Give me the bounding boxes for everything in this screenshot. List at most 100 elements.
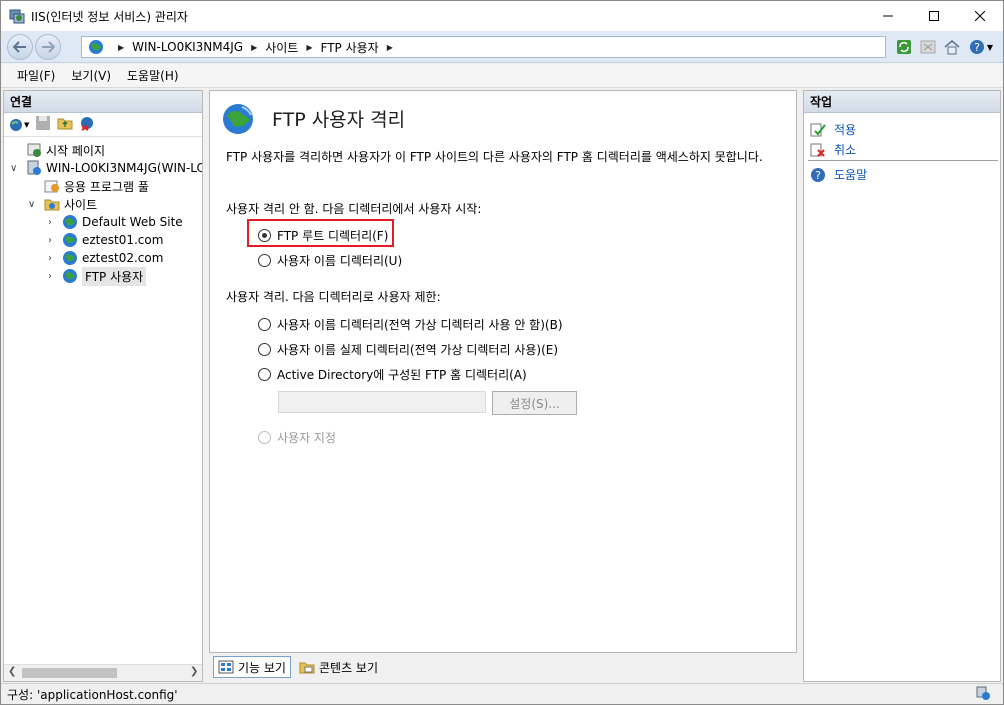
folder-up-icon [57, 118, 73, 130]
save-button[interactable] [35, 115, 51, 134]
scroll-left-icon[interactable]: ❮ [8, 666, 16, 677]
tree-item-sites[interactable]: 사이트 [44, 195, 97, 213]
chevron-down-icon: ▼ [986, 42, 994, 52]
breadcrumb-separator-icon: ▶ [306, 42, 313, 52]
actions-divider [808, 160, 998, 161]
tree-expander-sites[interactable]: ∨ [28, 200, 38, 210]
radio-ftp-root[interactable]: FTP 루트 디렉터리(F) [258, 227, 388, 244]
radio-button[interactable] [258, 343, 271, 356]
menu-file[interactable]: 파일(F) [9, 67, 63, 84]
back-button[interactable] [7, 34, 33, 60]
navigation-bar: ▶ WIN-LO0KI3NM4JG ▶ 사이트 ▶ FTP 사용자 ▶ ? ▼ [1, 31, 1003, 63]
isolation-label: 사용자 격리. 다음 디렉터리로 사용자 제한: [226, 290, 441, 304]
home-button[interactable] [942, 37, 962, 57]
globe-icon [88, 39, 104, 55]
connect-button[interactable]: ▼ [8, 117, 29, 133]
tree-item-ftp-users[interactable]: FTP 사용자 [62, 266, 147, 286]
breadcrumb-ftp-users[interactable]: FTP 사용자 [321, 39, 379, 56]
svg-text:?: ? [974, 41, 980, 54]
radio-button [258, 431, 271, 444]
title-bar: IIS(인터넷 정보 서비스) 관리자 [1, 1, 1003, 31]
connections-pane: 연결 ▼ 시작 페이지 ∨ WIN-LO0KI3NM4JG(WIN-LO 응용 … [3, 90, 203, 682]
disconnect-button[interactable] [79, 115, 95, 134]
radio-user-physical-dir[interactable]: 사용자 이름 실제 디렉터리(전역 가상 디렉터리 사용)(E) [258, 341, 558, 358]
tree-item-app-pools[interactable]: 응용 프로그램 풀 [44, 177, 149, 195]
address-tools: ? ▼ [894, 37, 996, 57]
connections-header: 연결 [4, 91, 202, 113]
cancel-icon [810, 142, 826, 158]
tree-item-start-page[interactable]: 시작 페이지 [26, 141, 105, 159]
tree-expander-site2[interactable]: › [48, 236, 58, 246]
tree-item-default-web-site[interactable]: Default Web Site [62, 213, 183, 231]
tree-expander-site4[interactable]: › [48, 272, 58, 282]
forward-button[interactable] [35, 34, 61, 60]
refresh-icon [897, 40, 911, 54]
stop-button[interactable] [918, 37, 938, 57]
tab-content-view[interactable]: 콘텐츠 보기 [295, 656, 382, 678]
help-icon: ? [810, 167, 826, 183]
status-text: 구성: 'applicationHost.config' [7, 687, 178, 702]
content-view-icon [299, 659, 315, 675]
globe-icon [62, 232, 78, 248]
apply-action[interactable]: 적용 [810, 121, 856, 138]
sites-folder-icon [44, 196, 60, 212]
tree-expander-site3[interactable]: › [48, 254, 58, 264]
iis-app-icon [9, 8, 25, 24]
iis-manager-window: IIS(인터넷 정보 서비스) 관리자 ▶ WIN-LO0KI3NM4JG ▶ … [0, 0, 1004, 705]
minimize-button[interactable] [865, 1, 911, 31]
radio-button[interactable] [258, 318, 271, 331]
home-icon [944, 40, 960, 55]
actions-pane: 작업 적용 취소 ? 도움말 [803, 90, 1001, 682]
scroll-right-icon[interactable]: ❯ [190, 666, 198, 677]
menu-help[interactable]: 도움말(H) [119, 67, 187, 84]
radio-button[interactable] [258, 229, 271, 242]
tree-expander-site1[interactable]: › [48, 218, 58, 228]
help-menu-button[interactable]: ? ▼ [966, 37, 996, 57]
address-bar[interactable]: ▶ WIN-LO0KI3NM4JG ▶ 사이트 ▶ FTP 사용자 ▶ [81, 36, 886, 58]
radio-button[interactable] [258, 254, 271, 267]
breadcrumb-separator-icon: ▶ [118, 42, 125, 52]
status-bar: 구성: 'applicationHost.config' [1, 683, 1003, 704]
radio-active-directory[interactable]: Active Directory에 구성된 FTP 홈 디렉터리(A) [258, 366, 527, 383]
svg-text:?: ? [815, 169, 821, 182]
tree-item-server[interactable]: WIN-LO0KI3NM4JG(WIN-LO [26, 159, 202, 177]
refresh-button[interactable] [894, 37, 914, 57]
up-folder-button[interactable] [57, 115, 73, 134]
menu-view[interactable]: 보기(V) [63, 67, 119, 84]
tree-expander-server[interactable]: ∨ [10, 164, 20, 174]
arrow-left-icon [13, 41, 26, 53]
breadcrumb-separator-icon: ▶ [251, 42, 258, 52]
app-pool-icon [44, 178, 60, 194]
save-icon [36, 116, 51, 130]
radio-button[interactable] [258, 368, 271, 381]
close-button[interactable] [957, 1, 1003, 31]
scrollbar-thumb[interactable] [22, 668, 117, 678]
connections-toolbar: ▼ [4, 113, 202, 137]
connections-tree: 시작 페이지 ∨ WIN-LO0KI3NM4JG(WIN-LO 응용 프로그램 … [4, 137, 202, 657]
horizontal-scrollbar[interactable]: ❮ ❯ [4, 664, 202, 681]
connect-globe-icon [10, 118, 22, 131]
stop-icon [920, 40, 936, 54]
globe-icon [62, 250, 78, 266]
feature-page: FTP 사용자 격리 FTP 사용자를 격리하면 사용자가 이 FTP 사이트의… [209, 90, 797, 653]
chevron-down-icon: ▼ [24, 120, 30, 129]
tree-item-eztest01[interactable]: eztest01.com [62, 231, 163, 249]
start-page-icon [26, 142, 42, 158]
ad-path-input [278, 391, 486, 413]
help-icon: ? [969, 40, 984, 54]
cancel-action[interactable]: 취소 [810, 141, 856, 158]
maximize-button[interactable] [911, 1, 957, 31]
radio-user-dir-no-global[interactable]: 사용자 이름 디렉터리(전역 가상 디렉터리 사용 안 함)(B) [258, 316, 563, 333]
tree-item-eztest02[interactable]: eztest02.com [62, 249, 163, 267]
radio-custom: 사용자 지정 [258, 429, 336, 446]
radio-user-name-dir[interactable]: 사용자 이름 디렉터리(U) [258, 252, 402, 269]
menu-bar: 파일(F) 보기(V) 도움말(H) [1, 64, 1003, 88]
breadcrumb-server[interactable]: WIN-LO0KI3NM4JG [132, 40, 243, 54]
page-description: FTP 사용자를 격리하면 사용자가 이 FTP 사이트의 다른 사용자의 FT… [226, 150, 763, 164]
server-icon [26, 160, 42, 176]
no-isolation-label: 사용자 격리 안 함. 다음 디렉터리에서 사용자 시작: [226, 202, 482, 216]
help-action[interactable]: ? 도움말 [810, 166, 867, 183]
tab-features-view[interactable]: 기능 보기 [213, 656, 291, 678]
breadcrumb-sites[interactable]: 사이트 [265, 39, 298, 56]
page-title: FTP 사용자 격리 [272, 109, 406, 131]
